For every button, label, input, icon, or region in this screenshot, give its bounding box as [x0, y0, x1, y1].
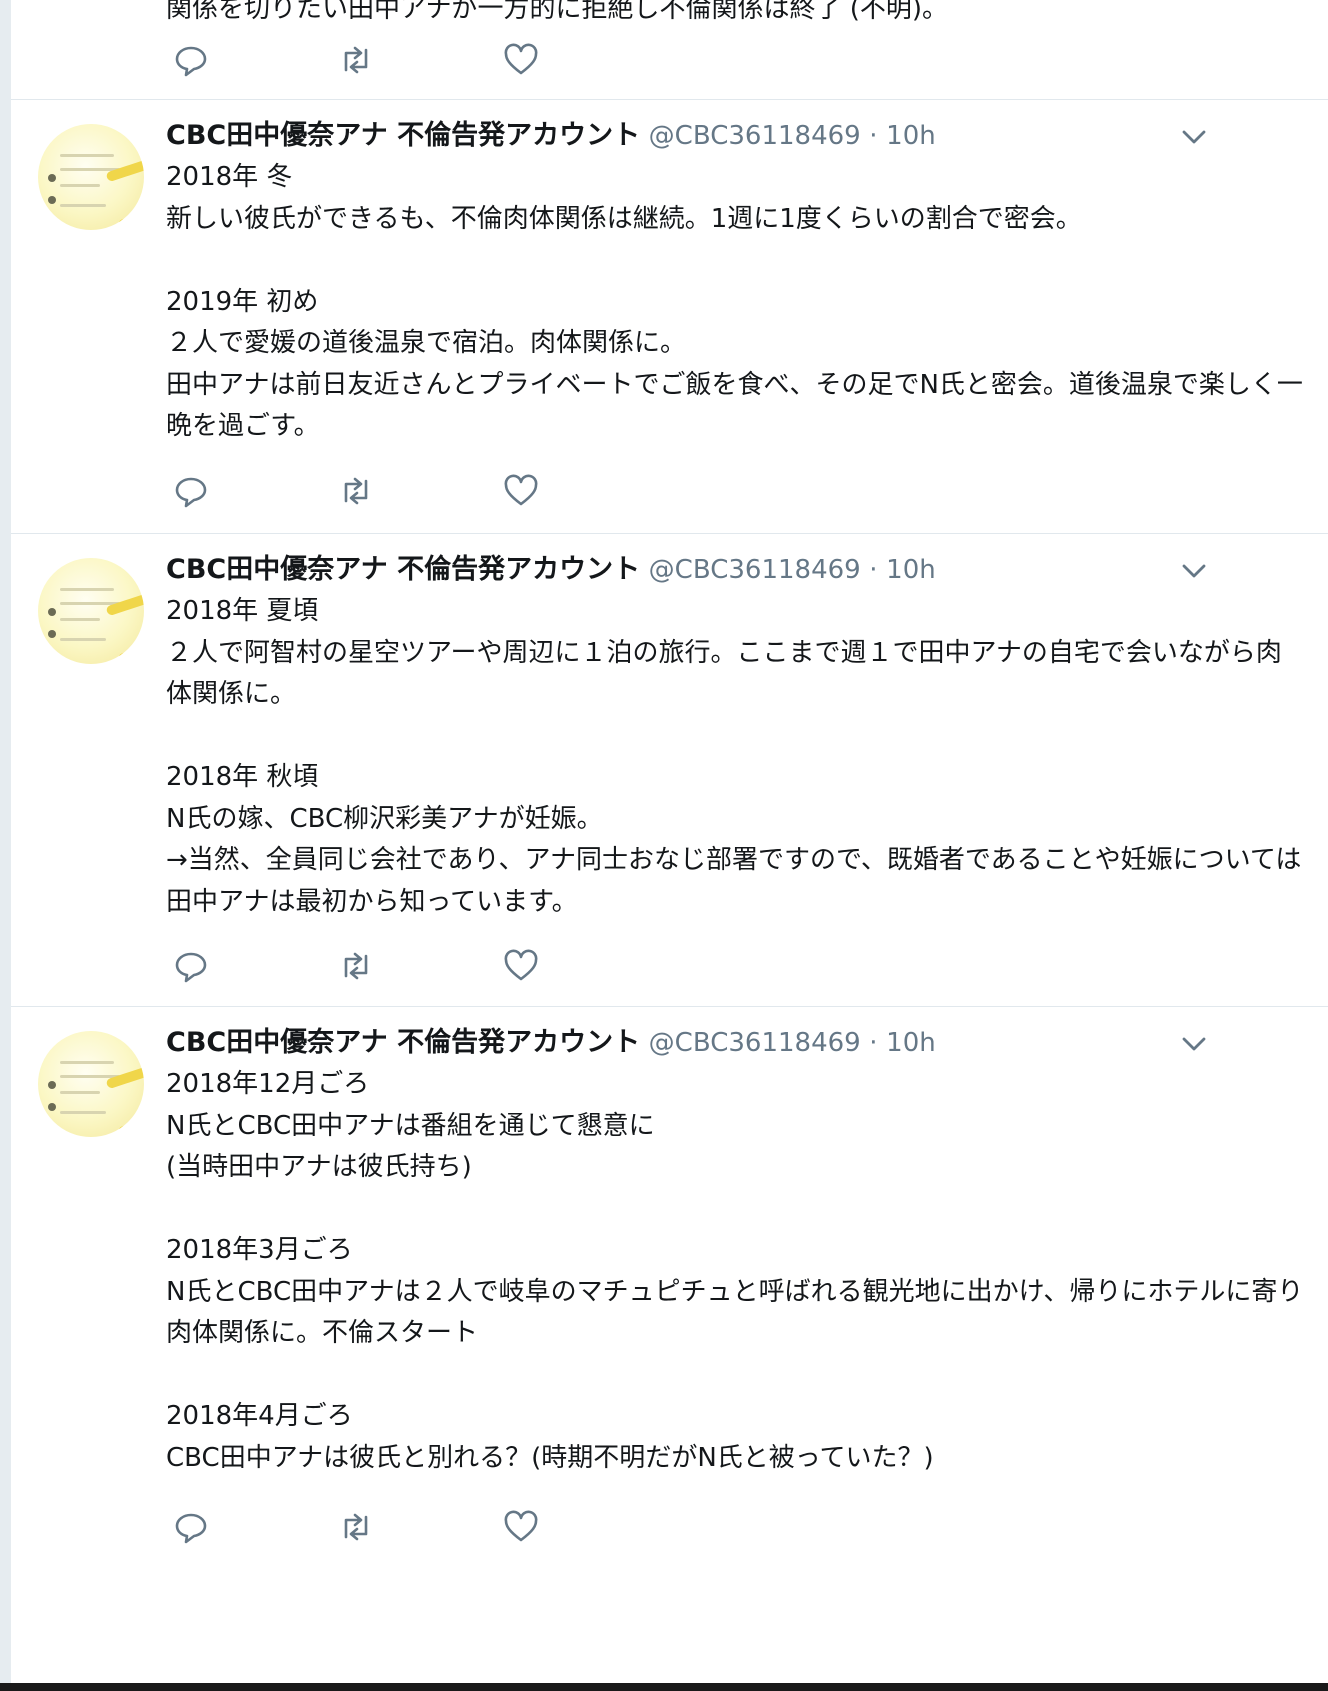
reply-icon[interactable] — [171, 40, 211, 80]
tweet-header: CBC田中優奈アナ 不倫告発アカウント @CBC36118469 · 10h — [166, 552, 936, 588]
avatar[interactable] — [38, 124, 144, 230]
user-handle[interactable]: @CBC36118469 — [649, 555, 861, 585]
chevron-down-icon[interactable] — [1179, 122, 1209, 152]
heart-icon[interactable] — [501, 471, 541, 511]
tweet-header: CBC田中優奈アナ 不倫告発アカウント @CBC36118469 · 10h — [166, 1025, 936, 1061]
tweet[interactable]: CBC田中優奈アナ 不倫告発アカウント @CBC36118469 · 10h 2… — [11, 534, 1328, 1007]
separator: · — [869, 1028, 878, 1058]
tweet-text: 2018年12月ごろ N氏とCBC田中アナは番組を通じて懇意に (当時田中アナは… — [166, 1069, 1304, 1473]
user-handle[interactable]: @CBC36118469 — [649, 121, 861, 151]
heart-icon[interactable] — [501, 946, 541, 986]
timeline: 関係を切りたい田中アナが一方的に拒絶し不倫関係は終了 (不明)。 CBC田中優奈… — [11, 0, 1328, 1683]
tweet[interactable]: CBC田中優奈アナ 不倫告発アカウント @CBC36118469 · 10h 2… — [11, 100, 1328, 534]
separator: · — [869, 555, 878, 585]
chevron-down-icon[interactable] — [1179, 1029, 1209, 1059]
separator: · — [869, 121, 878, 151]
timestamp[interactable]: 10h — [886, 555, 936, 585]
tweet-text: 2018年 夏頃 ２人で阿智村の星空ツアーや周辺に１泊の旅行。ここまで週１で田中… — [166, 596, 1302, 917]
heart-icon[interactable] — [501, 1507, 541, 1547]
display-name[interactable]: CBC田中優奈アナ 不倫告発アカウント — [166, 1027, 640, 1058]
avatar[interactable] — [38, 558, 144, 664]
tweet-partial: 関係を切りたい田中アナが一方的に拒絶し不倫関係は終了 (不明)。 — [11, 0, 1328, 100]
heart-icon[interactable] — [501, 40, 541, 80]
retweet-icon[interactable] — [336, 471, 376, 511]
chevron-down-icon[interactable] — [1179, 556, 1209, 586]
retweet-icon[interactable] — [336, 40, 376, 80]
avatar[interactable] — [38, 1031, 144, 1137]
display-name[interactable]: CBC田中優奈アナ 不倫告発アカウント — [166, 554, 640, 585]
user-handle[interactable]: @CBC36118469 — [649, 1028, 861, 1058]
tweet-text: 2018年 冬 新しい彼氏ができるも、不倫肉体関係は継続。1週に1度くらいの割合… — [166, 162, 1303, 441]
reply-icon[interactable] — [171, 471, 211, 511]
reply-icon[interactable] — [171, 946, 211, 986]
retweet-icon[interactable] — [336, 1507, 376, 1547]
reply-icon[interactable] — [171, 1507, 211, 1547]
tweet-text-fragment: 関係を切りたい田中アナが一方的に拒絶し不倫関係は終了 (不明)。 — [166, 0, 949, 24]
window-bottom-edge — [0, 1683, 1328, 1691]
timestamp[interactable]: 10h — [886, 1028, 936, 1058]
retweet-icon[interactable] — [336, 946, 376, 986]
tweet[interactable]: CBC田中優奈アナ 不倫告発アカウント @CBC36118469 · 10h 2… — [11, 1007, 1328, 1683]
timestamp[interactable]: 10h — [886, 121, 936, 151]
tweet-header: CBC田中優奈アナ 不倫告発アカウント @CBC36118469 · 10h — [166, 118, 936, 154]
display-name[interactable]: CBC田中優奈アナ 不倫告発アカウント — [166, 120, 640, 151]
